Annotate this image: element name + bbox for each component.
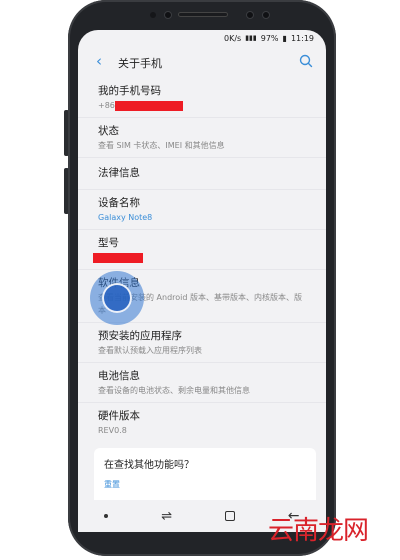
iris-camera: [164, 11, 172, 19]
list-item-battery-info[interactable]: 电池信息 查看设备的电池状态、剩余电量和其他信息: [78, 363, 326, 403]
touch-indicator-center: [102, 283, 132, 313]
page-title: 关于手机: [118, 57, 162, 70]
item-title: 法律信息: [98, 167, 140, 179]
item-subtitle: 查看 SIM 卡状态、IMEI 和其他信息: [98, 141, 225, 150]
dot-icon[interactable]: [104, 514, 109, 518]
earpiece: [178, 12, 228, 17]
item-title: 设备名称: [98, 197, 140, 209]
front-camera: [246, 11, 254, 19]
item-subtitle: +86: [98, 100, 316, 111]
iris-sensor: [262, 11, 270, 19]
item-title: 状态: [98, 125, 119, 137]
list-item-my-phone-number[interactable]: 我的手机号码 +86: [78, 78, 326, 118]
proximity-sensor: [150, 12, 156, 18]
app-bar: ‹ 关于手机: [78, 46, 326, 78]
list-item-preinstalled-apps[interactable]: 预安装的应用程序 查看默认预载入应用程序列表: [78, 323, 326, 363]
redaction-bar: [114, 100, 183, 111]
battery-icon: ▮: [282, 33, 287, 43]
list-item-hardware-version[interactable]: 硬件版本 REV0.8: [78, 403, 326, 442]
search-icon[interactable]: [298, 53, 314, 69]
item-title: 型号: [98, 237, 119, 249]
list-item-legal-info[interactable]: 法律信息: [78, 158, 326, 190]
clock: 11:19: [290, 33, 314, 43]
item-subtitle: 查看设备的电池状态、剩余电量和其他信息: [98, 386, 250, 395]
item-subtitle: REV0.8: [98, 426, 127, 435]
item-subtitle: Galaxy Note8: [98, 213, 153, 222]
redaction-bar: [93, 252, 143, 263]
signal-icon: ▮▮▮: [245, 34, 257, 42]
list-item-device-name[interactable]: 设备名称 Galaxy Note8: [78, 190, 326, 230]
item-title: 硬件版本: [98, 410, 140, 422]
recents-icon[interactable]: ⇌: [161, 510, 172, 523]
home-icon[interactable]: [224, 511, 235, 521]
watermark-logo: 云南龙网: [268, 516, 369, 546]
item-subtitle: [93, 252, 316, 263]
card-title: 在查找其他功能吗？: [104, 460, 194, 471]
status-bar: 0K/s ▮▮▮ 97% ▮ 11:19: [78, 30, 326, 46]
item-title: 电池信息: [98, 370, 140, 382]
item-subtitle-text: +86: [98, 101, 115, 110]
item-title: 我的手机号码: [98, 85, 161, 97]
item-title: 预安装的应用程序: [98, 330, 182, 342]
item-subtitle: 查看默认预载入应用程序列表: [98, 346, 202, 355]
list-item-model[interactable]: 型号: [78, 230, 326, 270]
network-speed: 0K/s: [223, 33, 242, 43]
settings-list: 我的手机号码 +86 状态 查看 SIM 卡状态、IMEI 和其他信息 法律信息…: [78, 78, 326, 442]
list-item-status[interactable]: 状态 查看 SIM 卡状态、IMEI 和其他信息: [78, 118, 326, 158]
reset-link[interactable]: 重置: [104, 479, 306, 490]
top-bezel: [68, 0, 336, 30]
battery-percent: 97%: [260, 33, 279, 43]
back-chevron-icon[interactable]: ‹: [96, 53, 102, 69]
